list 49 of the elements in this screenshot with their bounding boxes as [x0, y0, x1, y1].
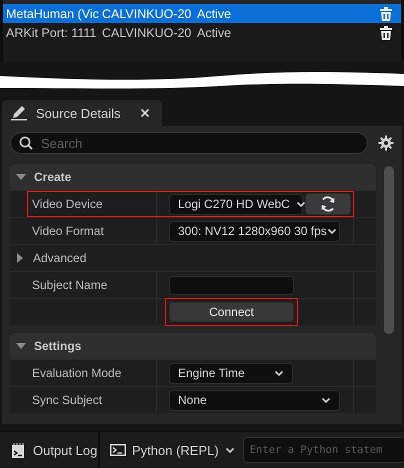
dropdown[interactable]: Engine Time	[169, 362, 293, 384]
settings-icon	[378, 135, 394, 151]
source-row[interactable]: ARKit Port: 1111 CALVINKUO-20 Active	[3, 23, 401, 42]
connect-button[interactable]: Connect	[169, 302, 294, 322]
machine-name: CALVINKUO-20	[102, 26, 192, 40]
chevron-down-icon	[326, 227, 337, 235]
refresh-button[interactable]	[305, 193, 351, 215]
category-title: Settings	[34, 339, 82, 353]
panel-tab[interactable]: Source Details	[2, 100, 162, 126]
terminal-icon	[110, 444, 126, 456]
pencil-icon	[10, 105, 28, 121]
property-label: Sync Subject	[32, 393, 102, 407]
chevron-down-icon	[296, 200, 306, 208]
text-field[interactable]	[169, 276, 294, 294]
search-field[interactable]: Search	[10, 132, 368, 154]
dropdown[interactable]: 300: NV12 1280x960 30 fps	[169, 220, 340, 242]
property-label: Evaluation Mode	[32, 366, 122, 380]
scrollbar-thumb[interactable]	[384, 166, 394, 334]
category-header[interactable]: Create	[10, 164, 376, 190]
machine-name: CALVINKUO-20	[102, 6, 192, 20]
source-name: MetaHuman (Vic	[6, 6, 100, 20]
expander-row[interactable]: Advanced	[10, 245, 376, 271]
command-input[interactable]: Enter a Python statem	[242, 437, 404, 463]
source-name: ARKit Port: 1111	[6, 26, 98, 40]
triangle-down-icon	[16, 172, 26, 182]
property-label: Video Format	[32, 224, 104, 238]
trash-icon	[379, 24, 393, 40]
dropdown[interactable]: None	[169, 390, 340, 410]
status-text: Active	[197, 6, 232, 20]
property-label: Subject Name	[32, 278, 108, 292]
console-dropdown[interactable]: Python (REPL)	[110, 442, 235, 458]
status-text: Active	[197, 26, 232, 40]
triangle-down-icon	[16, 341, 26, 351]
search-icon	[19, 136, 33, 150]
log-icon	[12, 442, 24, 458]
tab-title: Source Details	[36, 106, 121, 120]
property-label: Video Device	[32, 197, 102, 211]
category-header[interactable]: Settings	[10, 333, 376, 359]
source-row[interactable]: MetaHuman (Vic CALVINKUO-20 Active	[3, 4, 401, 23]
chevron-down-icon	[224, 446, 235, 454]
triangle-right-icon	[16, 253, 24, 263]
chevron-down-icon	[321, 396, 331, 404]
group-label: Advanced	[33, 251, 86, 265]
category-title: Create	[34, 170, 72, 184]
dropdown[interactable]: Logi C270 HD WebC	[169, 194, 303, 214]
refresh-icon	[319, 195, 337, 213]
close-icon	[140, 108, 150, 118]
trash-icon	[379, 6, 393, 22]
chevron-down-icon	[274, 369, 284, 377]
